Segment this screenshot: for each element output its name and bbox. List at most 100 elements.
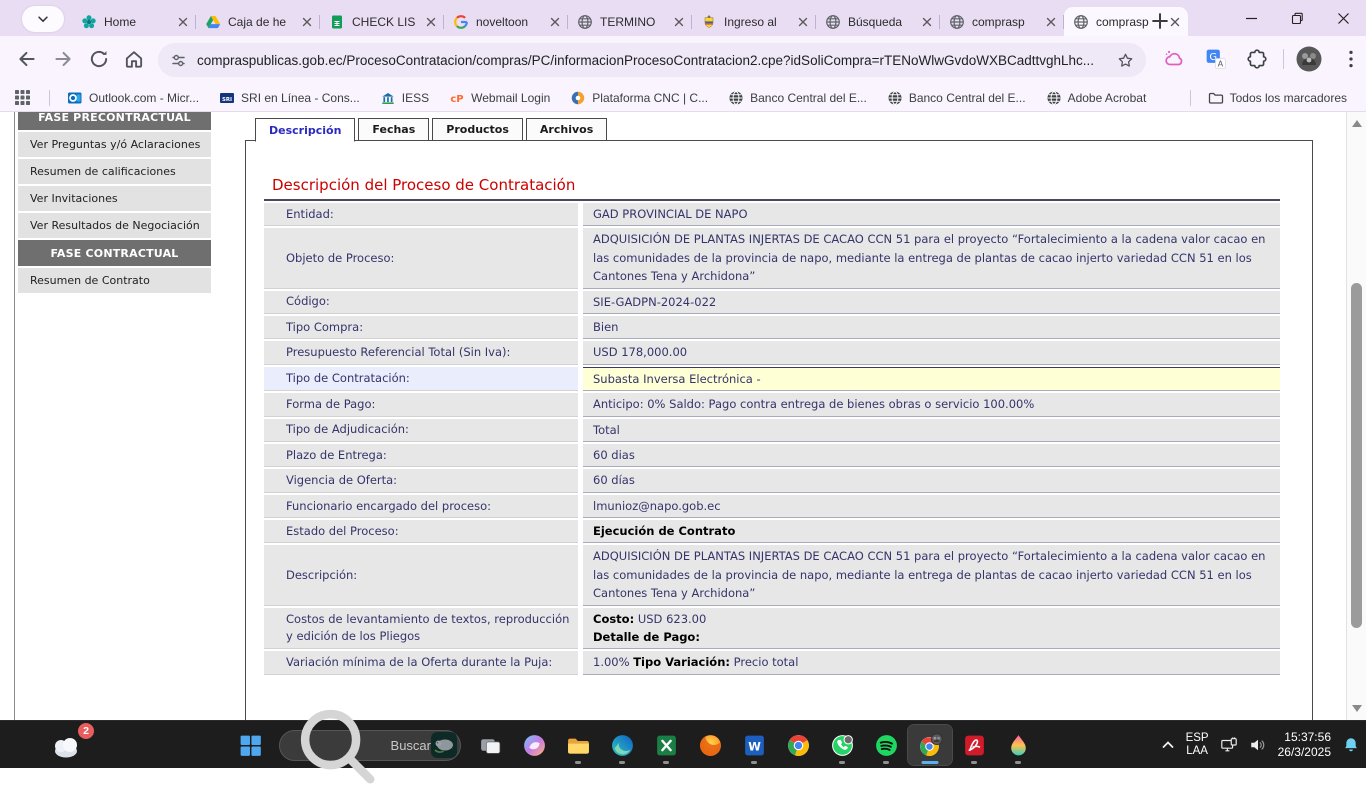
address-bar[interactable]: compraspublicas.gob.ec/ProcesoContrataci… bbox=[158, 43, 1146, 77]
sidebar-item[interactable]: Ver Preguntas y/ó Aclaraciones bbox=[18, 132, 211, 157]
row-label: Variación mínima de la Oferta durante la… bbox=[264, 651, 578, 674]
row-value-segment: USD 623.00 bbox=[634, 612, 706, 626]
taskbar-acrobat-button[interactable] bbox=[952, 725, 996, 765]
taskbar-search-box[interactable]: Buscar bbox=[279, 730, 461, 761]
page-scrollbar[interactable] bbox=[1346, 112, 1366, 720]
tray-chevron-up-icon[interactable] bbox=[1161, 738, 1175, 752]
scrollbar-thumb[interactable] bbox=[1351, 283, 1362, 628]
forward-icon[interactable] bbox=[52, 48, 74, 70]
bookmark-favicon-icon bbox=[570, 90, 586, 106]
row-value: SIE-GADPN-2024-022 bbox=[583, 291, 1280, 314]
sidebar-item[interactable]: Resumen de calificaciones bbox=[18, 159, 211, 184]
bookmark-favicon-icon bbox=[887, 90, 903, 106]
bookmark-item[interactable]: IESS bbox=[371, 87, 438, 109]
tab-close-icon[interactable] bbox=[299, 14, 315, 30]
bookmark-label: Banco Central del E... bbox=[909, 91, 1026, 105]
browser-tab[interactable]: comprasp bbox=[940, 7, 1064, 36]
row-value-text: SIE-GADPN-2024-022 bbox=[593, 293, 1270, 311]
row-value-segment: Detalle de Pago: bbox=[593, 630, 700, 644]
bookmark-item[interactable]: Outlook.com - Micr... bbox=[58, 87, 208, 109]
sidebar-item[interactable]: Ver Resultados de Negociación bbox=[18, 213, 211, 238]
row-label: Objeto de Proceso: bbox=[264, 228, 578, 288]
clock[interactable]: 15:37:56 26/3/2025 bbox=[1278, 730, 1331, 760]
bookmark-item[interactable]: Banco Central del E... bbox=[878, 87, 1035, 109]
tab-archivos[interactable]: Archivos bbox=[526, 118, 607, 141]
taskbar-word-button[interactable]: W bbox=[732, 725, 776, 765]
row-value: Costo: USD 623.00Detalle de Pago: bbox=[583, 608, 1280, 650]
bookmark-label: Outlook.com - Micr... bbox=[89, 91, 199, 105]
browser-tab[interactable]: TERMINO bbox=[568, 7, 692, 36]
tab-close-icon[interactable] bbox=[919, 14, 935, 30]
restore-icon bbox=[1291, 12, 1304, 25]
site-info-icon[interactable] bbox=[170, 52, 187, 69]
firefox-icon bbox=[698, 733, 723, 758]
bookmark-item[interactable]: Plataforma CNC | C... bbox=[561, 87, 717, 109]
taskbar-copilot-button[interactable] bbox=[512, 725, 556, 765]
taskbar-firefox-button[interactable] bbox=[688, 725, 732, 765]
extensions-puzzle-icon[interactable] bbox=[1246, 48, 1268, 70]
taskbar-whatsapp-button[interactable] bbox=[820, 725, 864, 765]
profile-avatar[interactable] bbox=[1296, 46, 1322, 72]
taskbar-edge-button[interactable] bbox=[600, 725, 644, 765]
scroll-down-arrow[interactable] bbox=[1352, 705, 1362, 712]
all-bookmarks-button[interactable]: Todos los marcadores bbox=[1199, 87, 1356, 109]
tab-productos[interactable]: Productos bbox=[432, 118, 523, 141]
browser-tab[interactable]: Home bbox=[72, 7, 196, 36]
widgets-weather-button[interactable]: 2 bbox=[50, 727, 96, 763]
tab-close-icon[interactable] bbox=[175, 14, 191, 30]
tab-fechas[interactable]: Fechas bbox=[358, 118, 429, 141]
sidebar-item[interactable]: Resumen de Contrato bbox=[18, 268, 211, 293]
sidebar-item[interactable]: Ver Invitaciones bbox=[18, 186, 211, 211]
taskbar-start-button[interactable] bbox=[228, 725, 272, 765]
bookmark-favicon-icon: cP bbox=[449, 90, 465, 106]
tab-title: comprasp bbox=[972, 15, 1039, 29]
taskbar-spotify-button[interactable] bbox=[864, 725, 908, 765]
back-icon[interactable] bbox=[16, 48, 38, 70]
table-row: Tipo Compra:Bien bbox=[264, 316, 1280, 339]
new-tab-button[interactable] bbox=[1150, 11, 1170, 31]
ai-extension-icon[interactable] bbox=[1163, 48, 1185, 70]
restore-button[interactable] bbox=[1274, 0, 1320, 36]
browser-tab[interactable]: Ingreso al bbox=[692, 7, 816, 36]
bookmark-star-icon[interactable] bbox=[1117, 52, 1134, 69]
tab-close-icon[interactable] bbox=[547, 14, 563, 30]
sidebar-section-header: FASE PRECONTRACTUAL bbox=[18, 112, 211, 130]
translate-icon[interactable]: GA bbox=[1205, 48, 1227, 70]
language-indicator[interactable]: ESP LAA bbox=[1186, 732, 1209, 758]
tab-favicon-icon bbox=[1073, 14, 1089, 30]
browser-tab[interactable]: Caja de he bbox=[196, 7, 320, 36]
browser-tab[interactable]: noveltoon bbox=[444, 7, 568, 36]
apps-grid-icon[interactable] bbox=[14, 89, 31, 106]
network-icon[interactable] bbox=[1220, 736, 1238, 754]
bookmark-item[interactable]: SRISRI en Línea - Cons... bbox=[210, 87, 369, 109]
taskbar-explorer-button[interactable] bbox=[556, 725, 600, 765]
tab-search-button[interactable] bbox=[22, 6, 64, 32]
browser-tab[interactable]: Búsqueda bbox=[816, 7, 940, 36]
tab-close-icon[interactable] bbox=[671, 14, 687, 30]
bookmark-item[interactable]: Banco Central del E... bbox=[719, 87, 876, 109]
tab-close-icon[interactable] bbox=[423, 14, 439, 30]
taskbar-taskview-button[interactable] bbox=[468, 725, 512, 765]
bookmark-item[interactable]: Adobe Acrobat bbox=[1037, 87, 1156, 109]
notification-bell-icon[interactable] bbox=[1342, 736, 1360, 754]
taskbar-excel-button[interactable] bbox=[644, 725, 688, 765]
tab-descripción[interactable]: Descripción bbox=[255, 118, 355, 142]
taskbar-paint-drop-button[interactable] bbox=[996, 725, 1040, 765]
table-row: Tipo de Adjudicación:Total bbox=[264, 419, 1280, 442]
tab-close-icon[interactable] bbox=[1043, 14, 1059, 30]
menu-kebab-icon[interactable] bbox=[1340, 48, 1362, 70]
home-icon[interactable] bbox=[123, 48, 145, 70]
running-indicator bbox=[663, 761, 669, 764]
tab-close-icon[interactable] bbox=[795, 14, 811, 30]
volume-icon[interactable] bbox=[1249, 736, 1267, 754]
page-border-line bbox=[14, 112, 15, 720]
minimize-button[interactable] bbox=[1228, 0, 1274, 36]
taskbar-chrome-profile-button[interactable] bbox=[908, 725, 952, 765]
taskbar-chrome-button[interactable] bbox=[776, 725, 820, 765]
scroll-up-arrow[interactable] bbox=[1352, 120, 1362, 127]
browser-tab[interactable]: CHECK LIS bbox=[320, 7, 444, 36]
reload-icon[interactable] bbox=[88, 48, 110, 70]
time-text: 15:37:56 bbox=[1278, 730, 1331, 745]
close-button[interactable] bbox=[1320, 0, 1366, 36]
bookmark-item[interactable]: cPWebmail Login bbox=[440, 87, 559, 109]
